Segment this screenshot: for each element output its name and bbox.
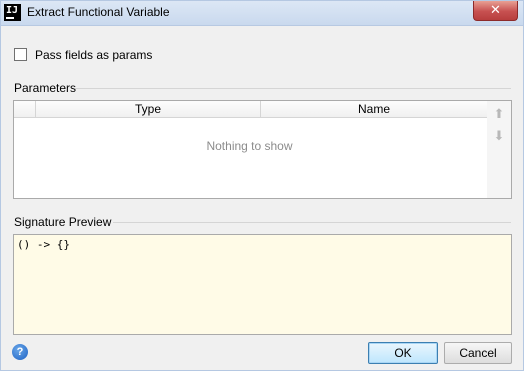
dialog-window: IJ Extract Functional Variable ✕ Pass fi… — [0, 0, 524, 371]
move-up-button[interactable]: ⬆ — [492, 106, 506, 122]
arrow-down-icon: ⬇ — [493, 128, 505, 143]
signature-preview-text: () -> {} — [17, 238, 70, 251]
intellij-icon: IJ — [4, 4, 21, 21]
title-bar[interactable]: IJ Extract Functional Variable ✕ — [1, 1, 523, 26]
header-select-column[interactable] — [14, 101, 36, 117]
signature-divider — [113, 222, 511, 223]
table-header: Type Name — [14, 101, 487, 118]
cancel-button[interactable]: Cancel — [444, 342, 512, 364]
arrow-up-icon: ⬆ — [493, 106, 505, 121]
pass-fields-checkbox[interactable] — [14, 48, 27, 61]
help-icon: ? — [16, 346, 24, 358]
help-button[interactable]: ? — [12, 344, 28, 360]
dialog-content: Pass fields as params Parameters Type Na… — [1, 26, 523, 370]
header-name[interactable]: Name — [261, 101, 487, 117]
header-type[interactable]: Type — [36, 101, 261, 117]
signature-section-title: Signature Preview — [14, 215, 112, 229]
empty-table-text: Nothing to show — [206, 139, 293, 153]
ok-button[interactable]: OK — [368, 342, 438, 364]
dialog-title: Extract Functional Variable — [27, 5, 170, 19]
app-icon-text: IJ — [6, 5, 19, 16]
move-down-button[interactable]: ⬇ — [492, 128, 506, 144]
parameters-toolbar: ⬆ ⬇ — [487, 100, 512, 199]
parameters-section-title: Parameters — [14, 81, 77, 95]
pass-fields-label[interactable]: Pass fields as params — [35, 48, 152, 62]
signature-preview[interactable]: () -> {} — [13, 234, 512, 335]
close-icon: ✕ — [490, 2, 501, 17]
parameters-divider — [75, 88, 511, 89]
close-button[interactable]: ✕ — [473, 1, 518, 21]
